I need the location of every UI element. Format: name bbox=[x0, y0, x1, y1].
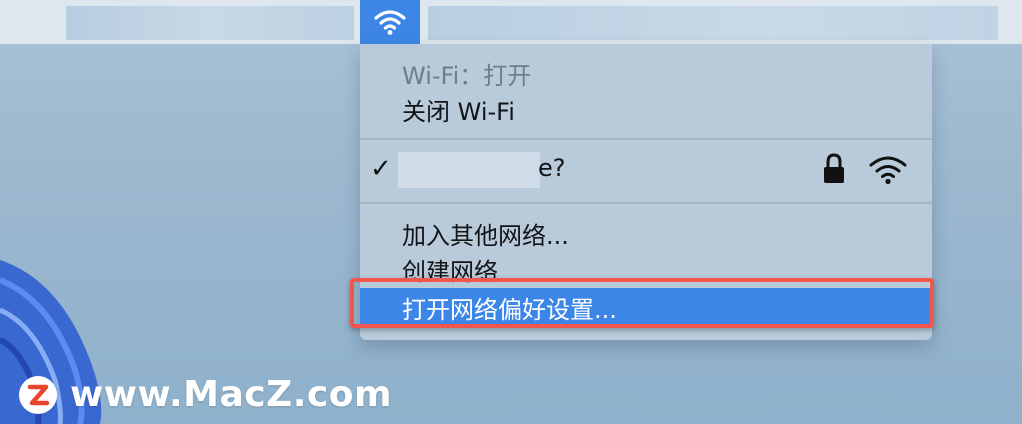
create-network-item[interactable]: 创建网络 bbox=[402, 252, 498, 287]
network-item-current[interactable]: ✓ e? bbox=[360, 144, 932, 196]
open-network-preferences-label: 打开网络偏好设置... bbox=[402, 296, 617, 324]
open-network-preferences-item[interactable]: 打开网络偏好设置... bbox=[360, 288, 932, 324]
join-other-network-item[interactable]: 加入其他网络... bbox=[402, 216, 569, 251]
wifi-dropdown-menu: Wi-Fi：打开 关闭 Wi-Fi ✓ e? 加入其他网络... 创建网络 打开… bbox=[360, 44, 932, 340]
network-name-suffix: e? bbox=[538, 154, 566, 182]
wifi-menu-extra[interactable] bbox=[360, 0, 420, 44]
watermark: www.MacZ.com bbox=[18, 374, 392, 415]
menubar-blurred-left bbox=[66, 6, 354, 40]
checkmark-icon: ✓ bbox=[370, 154, 392, 184]
turn-off-wifi-item[interactable]: 关闭 Wi-Fi bbox=[402, 92, 515, 127]
menu-separator bbox=[360, 138, 932, 140]
menu-bar bbox=[0, 0, 1022, 44]
macz-logo-icon bbox=[19, 375, 57, 414]
menu-separator bbox=[360, 202, 932, 204]
watermark-text: www.MacZ.com bbox=[70, 374, 392, 415]
network-name-redacted bbox=[398, 152, 540, 188]
wifi-status-label: Wi-Fi：打开 bbox=[402, 62, 532, 90]
wifi-icon bbox=[374, 10, 406, 35]
wifi-signal-icon bbox=[869, 156, 907, 185]
menubar-blurred-right bbox=[428, 6, 998, 40]
lock-icon bbox=[824, 153, 844, 183]
